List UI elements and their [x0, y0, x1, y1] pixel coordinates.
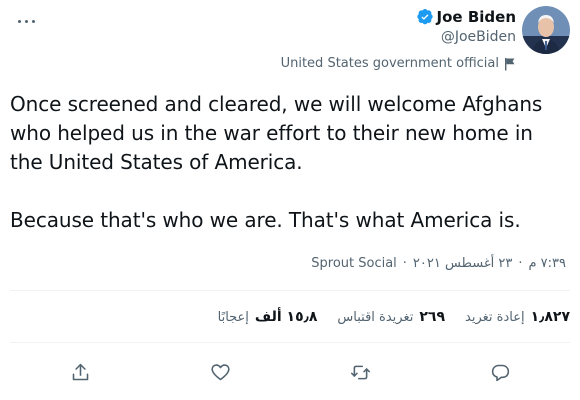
meta-separator: · — [518, 256, 523, 271]
divider-bottom — [10, 342, 570, 343]
tweet-time[interactable]: ٧:٣٩ م — [528, 256, 566, 271]
tweet-date[interactable]: ٢٣ أغسطس ٢٠٢١ — [413, 256, 512, 271]
reply-button[interactable] — [482, 354, 518, 390]
like-button[interactable] — [202, 354, 238, 390]
tweet-text: Once screened and cleared, we will welco… — [10, 92, 543, 232]
government-label-text: United States government official — [280, 56, 499, 71]
likes-stat[interactable]: ١٥٫٨ ألف إعجابًا — [218, 309, 318, 325]
retweets-count: ١٫٨٢٧ — [530, 309, 570, 325]
tweet-source[interactable]: Sprout Social — [311, 256, 397, 271]
quote-tweets-stat[interactable]: ٢٦٩ تغريدة اقتباس — [337, 309, 445, 325]
avatar[interactable] — [522, 6, 570, 54]
more-options-button[interactable] — [12, 12, 40, 30]
tweet-meta: ٧:٣٩ م · ٢٣ أغسطس ٢٠٢١ · Sprout Social — [311, 256, 566, 271]
likes-label: إعجابًا — [217, 309, 249, 325]
divider-top — [10, 290, 570, 291]
tweet-stats: ١٫٨٢٧ إعادة تغريد ٢٦٩ تغريدة اقتباس ١٥٫٨… — [218, 309, 570, 325]
share-icon — [72, 363, 88, 380]
share-button[interactable] — [62, 354, 98, 390]
retweet-icon — [350, 365, 370, 379]
author-block[interactable]: Joe Biden @JoeBiden — [416, 7, 516, 47]
author-handle: @JoeBiden — [440, 29, 516, 45]
retweets-label: إعادة تغريد — [465, 309, 525, 325]
verified-badge-icon — [416, 9, 433, 25]
avatar-image — [522, 6, 570, 54]
flag-icon — [505, 57, 515, 70]
author-name-row[interactable]: Joe Biden — [416, 7, 516, 27]
reply-icon — [491, 364, 509, 381]
author-name: Joe Biden — [436, 8, 516, 26]
government-label: United States government official — [281, 56, 516, 71]
heart-icon — [210, 363, 230, 380]
retweets-stat[interactable]: ١٫٨٢٧ إعادة تغريد — [465, 309, 570, 325]
retweet-button[interactable] — [342, 354, 378, 390]
quote-tweets-count: ٢٦٩ — [419, 309, 445, 325]
quote-tweets-label: تغريدة اقتباس — [337, 309, 414, 325]
tweet-actions — [10, 352, 570, 392]
likes-count: ١٥٫٨ ألف — [254, 309, 318, 325]
meta-separator: · — [402, 256, 407, 271]
